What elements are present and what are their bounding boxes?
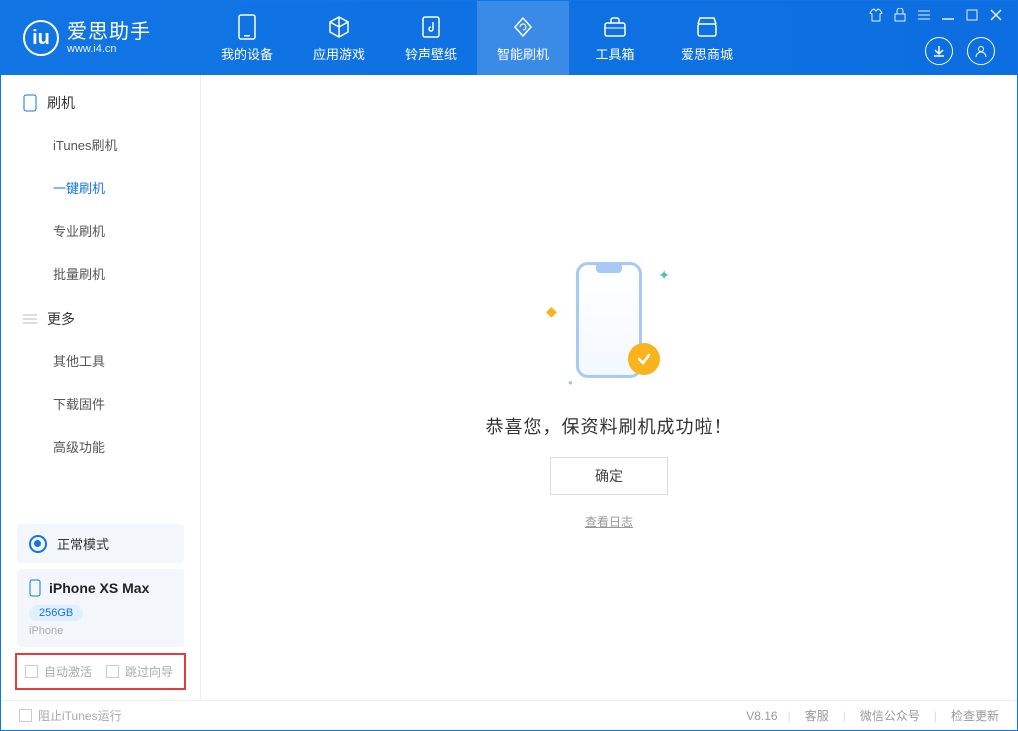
side-onekey-flash[interactable]: 一键刷机 xyxy=(1,166,200,209)
mode-icon xyxy=(29,535,47,553)
footer-link-wechat[interactable]: 微信公众号 xyxy=(860,707,920,724)
side-advanced[interactable]: 高级功能 xyxy=(1,425,200,468)
checkbox-icon xyxy=(19,709,32,722)
app-window: iu 爱思助手 www.i4.cn 我的设备 应用游戏 铃声壁纸 智能刷机 xyxy=(0,0,1018,731)
side-download-firmware[interactable]: 下载固件 xyxy=(1,382,200,425)
sidebar-group-flash: 刷机 xyxy=(1,79,200,123)
sparkle-icon: ◆ xyxy=(546,303,557,320)
device-type: iPhone xyxy=(29,625,172,637)
sidebar-group-more: 更多 xyxy=(1,295,200,339)
mode-card[interactable]: 正常模式 xyxy=(17,524,184,563)
shirt-icon[interactable] xyxy=(869,8,883,22)
footer-links: | 客服 | 微信公众号 | 检查更新 xyxy=(788,707,999,724)
window-controls xyxy=(855,1,1017,29)
version-label: V8.16 xyxy=(746,709,777,723)
music-icon xyxy=(418,14,444,40)
checkbox-auto-activate[interactable]: 自动激活 xyxy=(25,663,92,680)
header-actions xyxy=(925,37,995,65)
logo-icon: iu xyxy=(23,20,59,56)
header: iu 爱思助手 www.i4.cn 我的设备 应用游戏 铃声壁纸 智能刷机 xyxy=(1,1,1017,75)
device-small-icon xyxy=(29,579,41,597)
checkbox-icon xyxy=(25,665,38,678)
tab-smart-flash[interactable]: 智能刷机 xyxy=(477,1,569,75)
options-highlight: 自动激活 跳过向导 xyxy=(15,653,186,690)
main-content: ✦ ◆ ● 恭喜您，保资料刷机成功啦！ 确定 查看日志 xyxy=(201,75,1017,700)
cube-icon xyxy=(326,14,352,40)
sidebar: 刷机 iTunes刷机 一键刷机 专业刷机 批量刷机 更多 其他工具 下载固件 … xyxy=(1,75,201,700)
tab-toolbox[interactable]: 工具箱 xyxy=(569,1,661,75)
side-pro-flash[interactable]: 专业刷机 xyxy=(1,209,200,252)
list-icon xyxy=(23,312,37,326)
footer: 阻止iTunes运行 V8.16 | 客服 | 微信公众号 | 检查更新 xyxy=(1,700,1017,730)
ok-button[interactable]: 确定 xyxy=(550,457,668,495)
nav-tabs: 我的设备 应用游戏 铃声壁纸 智能刷机 工具箱 爱思商城 xyxy=(201,1,753,75)
footer-link-update[interactable]: 检查更新 xyxy=(951,707,999,724)
success-headline: 恭喜您，保资料刷机成功啦！ xyxy=(486,413,733,439)
maximize-icon[interactable] xyxy=(965,8,979,22)
device-capacity: 256GB xyxy=(29,605,83,621)
view-log-link[interactable]: 查看日志 xyxy=(585,513,633,530)
toolbox-icon xyxy=(602,14,628,40)
app-domain: www.i4.cn xyxy=(67,43,151,55)
download-icon[interactable] xyxy=(925,37,953,65)
lock-icon[interactable] xyxy=(893,8,907,22)
checkbox-skip-guide[interactable]: 跳过向导 xyxy=(106,663,173,680)
tab-my-device[interactable]: 我的设备 xyxy=(201,1,293,75)
tab-ringtone-wallpaper[interactable]: 铃声壁纸 xyxy=(385,1,477,75)
check-badge-icon xyxy=(628,343,660,375)
close-icon[interactable] xyxy=(989,8,1003,22)
sparkle-icon: ✦ xyxy=(658,267,670,284)
footer-link-support[interactable]: 客服 xyxy=(805,707,829,724)
side-batch-flash[interactable]: 批量刷机 xyxy=(1,252,200,295)
body: 刷机 iTunes刷机 一键刷机 专业刷机 批量刷机 更多 其他工具 下载固件 … xyxy=(1,75,1017,700)
minimize-icon[interactable] xyxy=(941,8,955,22)
user-icon[interactable] xyxy=(967,37,995,65)
side-itunes-flash[interactable]: iTunes刷机 xyxy=(1,123,200,166)
tab-store[interactable]: 爱思商城 xyxy=(661,1,753,75)
checkbox-icon xyxy=(106,665,119,678)
menu-icon[interactable] xyxy=(917,8,931,22)
side-other-tools[interactable]: 其他工具 xyxy=(1,339,200,382)
device-icon xyxy=(234,14,260,40)
store-icon xyxy=(694,14,720,40)
app-name: 爱思助手 xyxy=(67,21,151,43)
checkbox-block-itunes[interactable]: 阻止iTunes运行 xyxy=(19,707,122,724)
success-illustration: ✦ ◆ ● xyxy=(534,245,684,395)
tab-apps-games[interactable]: 应用游戏 xyxy=(293,1,385,75)
refresh-icon xyxy=(510,14,536,40)
device-card[interactable]: iPhone XS Max 256GB iPhone xyxy=(17,569,184,647)
sparkle-icon: ● xyxy=(568,378,573,387)
logo: iu 爱思助手 www.i4.cn xyxy=(1,1,201,75)
phone-small-icon xyxy=(23,94,37,112)
